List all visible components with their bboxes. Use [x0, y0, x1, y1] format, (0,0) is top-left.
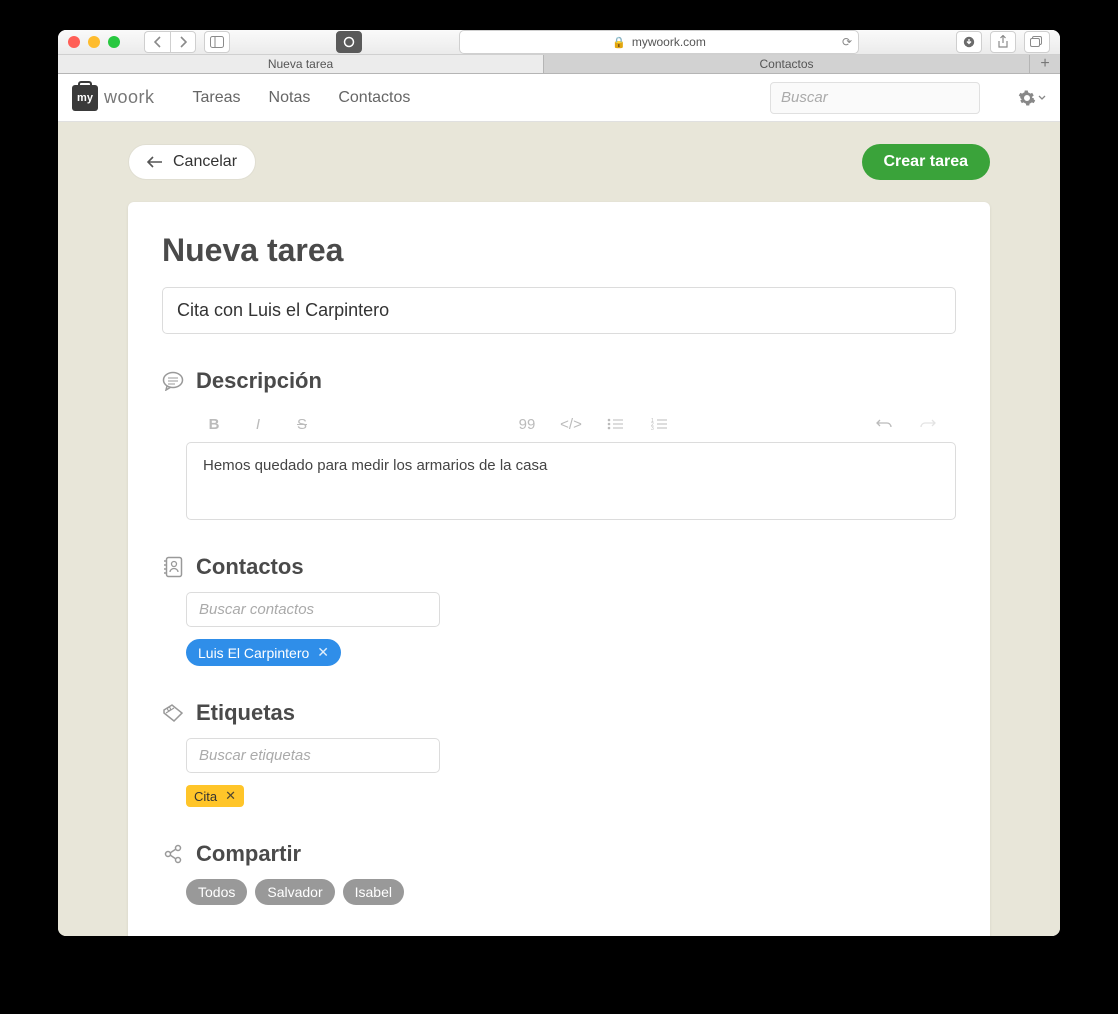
section-heading-tags: Etiquetas	[196, 700, 295, 726]
code-button[interactable]: </>	[549, 410, 593, 438]
create-task-button[interactable]: Crear tarea	[862, 144, 991, 180]
nav-link-contactos[interactable]: Contactos	[338, 89, 410, 107]
ul-button[interactable]	[593, 410, 637, 438]
italic-button[interactable]: I	[236, 410, 280, 438]
privacy-button[interactable]	[336, 31, 362, 53]
section-heading-share: Compartir	[196, 841, 301, 867]
svg-text:3: 3	[651, 426, 654, 430]
share-option-todos[interactable]: Todos	[186, 879, 247, 905]
quote-button[interactable]: 99	[505, 410, 549, 438]
tag-icon	[162, 702, 184, 724]
downloads-button[interactable]	[956, 31, 982, 53]
global-search-input[interactable]	[770, 82, 980, 114]
browser-tabbar: Nueva tarea Contactos +	[58, 55, 1060, 74]
tabs-overview-button[interactable]	[1024, 31, 1050, 53]
tag-chip[interactable]: Cita ✕	[186, 785, 244, 807]
share-option-salvador[interactable]: Salvador	[255, 879, 334, 905]
nav-back-button[interactable]	[144, 31, 170, 53]
app-navbar: my woork Tareas Notas Contactos	[58, 74, 1060, 122]
window-close-button[interactable]	[68, 36, 80, 48]
task-title-input[interactable]	[162, 287, 956, 334]
nav-link-notas[interactable]: Notas	[269, 89, 311, 107]
remove-chip-icon[interactable]: ✕	[317, 644, 329, 661]
lock-icon: 🔒	[612, 36, 626, 49]
contact-chip[interactable]: Luis El Carpintero ✕	[186, 639, 341, 666]
gear-icon	[1018, 89, 1036, 107]
form-card: Nueva tarea Descripción B I S 99	[128, 202, 990, 936]
editor-toolbar: B I S 99 </> 123	[186, 406, 956, 442]
section-heading-contacts: Contactos	[196, 554, 304, 580]
tab-label: Contactos	[759, 57, 813, 71]
brand-text: woork	[104, 87, 155, 108]
bold-button[interactable]: B	[192, 410, 236, 438]
cancel-label: Cancelar	[173, 153, 237, 171]
speech-bubble-icon	[162, 370, 184, 392]
share-icon	[162, 843, 184, 865]
address-book-icon	[162, 556, 184, 578]
nav-link-tareas[interactable]: Tareas	[193, 89, 241, 107]
cancel-button[interactable]: Cancelar	[128, 144, 256, 180]
contacts-search-input[interactable]	[186, 592, 440, 627]
strike-button[interactable]: S	[280, 410, 324, 438]
sidebar-toggle-button[interactable]	[204, 31, 230, 53]
share-button[interactable]	[990, 31, 1016, 53]
browser-tab-0[interactable]: Nueva tarea	[58, 55, 544, 73]
chevron-down-icon	[1038, 95, 1046, 101]
nav-forward-button[interactable]	[170, 31, 196, 53]
tags-search-input[interactable]	[186, 738, 440, 773]
briefcase-icon: my	[72, 85, 98, 111]
browser-window: 🔒 mywoork.com ⟳ Nueva tarea Contactos + …	[58, 30, 1060, 936]
reload-icon[interactable]: ⟳	[842, 35, 852, 49]
ol-button[interactable]: 123	[637, 410, 681, 438]
remove-chip-icon[interactable]: ✕	[225, 788, 236, 804]
browser-tab-1[interactable]: Contactos	[544, 55, 1030, 73]
tab-label: Nueva tarea	[268, 57, 333, 71]
address-bar[interactable]: 🔒 mywoork.com ⟳	[459, 30, 859, 54]
window-zoom-button[interactable]	[108, 36, 120, 48]
chip-label: Cita	[194, 789, 217, 804]
undo-button[interactable]	[862, 410, 906, 438]
page-title: Nueva tarea	[162, 232, 956, 269]
section-heading-description: Descripción	[196, 368, 322, 394]
settings-menu[interactable]	[1018, 89, 1046, 107]
brand[interactable]: my woork	[72, 85, 155, 111]
new-tab-button[interactable]: +	[1030, 55, 1060, 73]
arrow-left-icon	[147, 156, 163, 168]
window-minimize-button[interactable]	[88, 36, 100, 48]
chip-label: Luis El Carpintero	[198, 645, 309, 661]
share-option-isabel[interactable]: Isabel	[343, 879, 404, 905]
redo-button[interactable]	[906, 410, 950, 438]
url-text: mywoork.com	[632, 35, 706, 49]
description-editor[interactable]: Hemos quedado para medir los armarios de…	[186, 442, 956, 520]
browser-titlebar: 🔒 mywoork.com ⟳	[58, 30, 1060, 55]
